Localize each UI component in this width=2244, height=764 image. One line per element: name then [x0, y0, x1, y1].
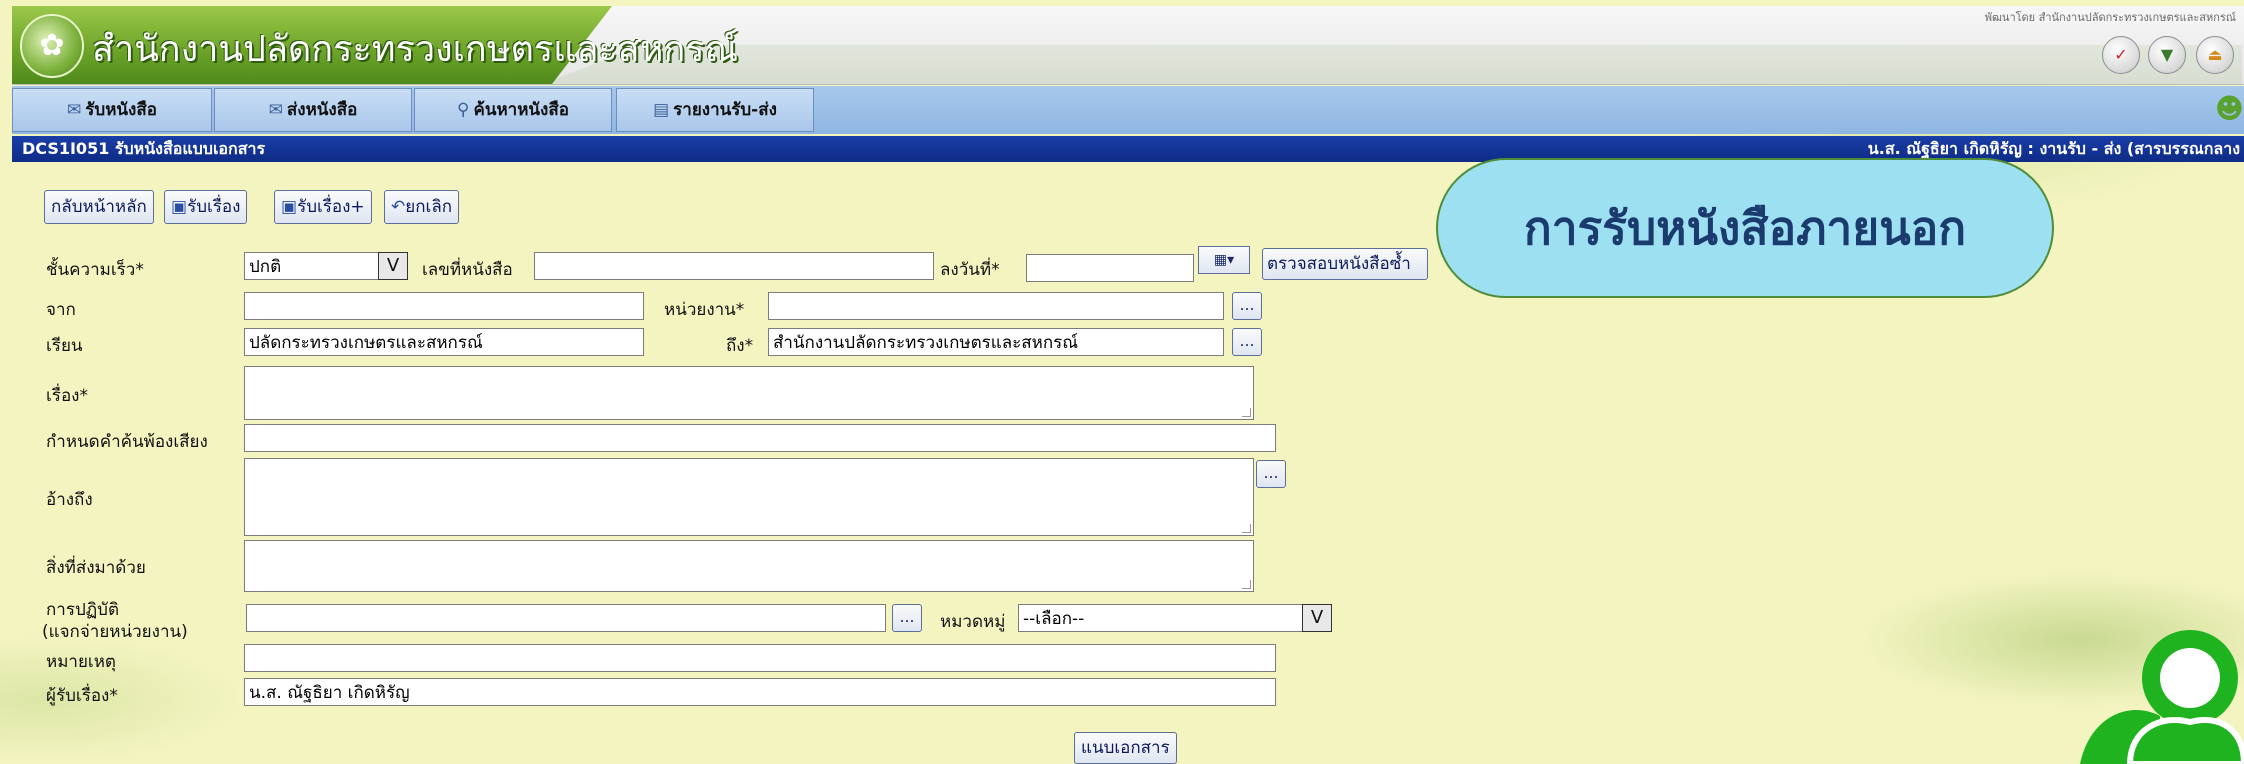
- attach-document-button[interactable]: แนบเอกสาร: [1074, 732, 1177, 764]
- action-lookup-button[interactable]: …: [892, 604, 922, 632]
- cancel-button-label: ยกเลิก: [405, 197, 453, 217]
- docno-label: เลขที่หนังสือ: [422, 260, 513, 280]
- developer-credit: พัฒนาโดย สำนักงานปลัดกระทรวงเกษตรและสหกร…: [1984, 11, 2236, 24]
- logo-emblem-icon: ✿: [39, 28, 65, 63]
- reference-lookup-button[interactable]: …: [1256, 460, 1286, 488]
- users-icon[interactable]: ☻: [2215, 92, 2244, 125]
- receive-button-label: รับเรื่อง: [187, 197, 241, 217]
- receive-button[interactable]: ▣รับเรื่อง: [164, 190, 248, 224]
- reference-textarea[interactable]: [244, 458, 1254, 536]
- report-icon: ▤: [653, 100, 670, 120]
- menu-send[interactable]: ✉ ส่งหนังสือ: [214, 88, 412, 132]
- from-label: จาก: [46, 300, 76, 320]
- attachments-label: สิ่งที่ส่งมาด้วย: [46, 558, 146, 578]
- from-input[interactable]: [244, 292, 644, 320]
- subject-textarea[interactable]: [244, 366, 1254, 420]
- to-lookup-button[interactable]: …: [1232, 328, 1262, 356]
- unit-lookup-button[interactable]: …: [1232, 292, 1262, 320]
- category-select[interactable]: --เลือก--: [1018, 604, 1318, 632]
- menu-receive[interactable]: ✉ รับหนังสือ: [12, 88, 212, 132]
- salutation-label: เรียน: [46, 336, 83, 356]
- home-button[interactable]: กลับหน้าหลัก: [44, 190, 154, 224]
- receiver-input[interactable]: น.ส. ณัฐธิยา เกิดหิรัญ: [244, 678, 1276, 706]
- action-sublabel: (แจกจ่ายหน่วยงาน): [42, 622, 188, 642]
- menu-receive-label: รับหนังสือ: [85, 100, 157, 120]
- callout-text: การรับหนังสือภายนอก: [1523, 201, 1967, 255]
- to-input[interactable]: สำนักงานปลัดกระทรวงเกษตรและสหกรณ์: [768, 328, 1224, 356]
- receive-plus-button[interactable]: ▣รับเรื่อง+: [274, 190, 372, 224]
- category-label: หมวดหมู่: [940, 612, 1006, 632]
- check-duplicate-button[interactable]: ตรวจสอบหนังสือซ้ำ: [1262, 248, 1428, 280]
- unit-label: หน่วยงาน*: [664, 300, 745, 320]
- menu-send-label: ส่งหนังสือ: [286, 100, 358, 120]
- keyword-input[interactable]: [244, 424, 1276, 452]
- category-dropdown-button[interactable]: V: [1302, 604, 1332, 632]
- undo-icon: ↶: [391, 197, 406, 217]
- mail-out-icon: ✉: [268, 100, 283, 120]
- subject-label: เรื่อง*: [46, 386, 88, 406]
- note-label: หมายเหตุ: [46, 652, 116, 672]
- ministry-logo: ✿: [20, 14, 84, 78]
- salutation-input[interactable]: ปลัดกระทรวงเกษตรและสหกรณ์: [244, 328, 644, 356]
- user-icon: [2080, 630, 2244, 764]
- check-icon[interactable]: ✓: [2102, 36, 2140, 74]
- logout-icon[interactable]: ⏏: [2196, 36, 2234, 74]
- calendar-icon[interactable]: ▦▾: [1198, 246, 1250, 274]
- to-label: ถึง*: [726, 336, 754, 356]
- floppy-icon: ▣: [171, 197, 188, 217]
- unit-input[interactable]: [768, 292, 1224, 320]
- attachments-textarea[interactable]: [244, 540, 1254, 592]
- date-label: ลงวันที่*: [940, 260, 1000, 280]
- app-header: ✿ สำนักงานปลัดกระทรวงเกษตรและสหกรณ์ พัฒน…: [12, 6, 2244, 85]
- keyword-label: กำหนดคำค้นพ้องเสียง: [46, 432, 208, 452]
- menu-search[interactable]: ⚲ ค้นหาหนังสือ: [414, 88, 612, 132]
- page-title: DCS1I051 รับหนังสือแบบเอกสาร: [22, 139, 266, 158]
- organization-title: สำนักงานปลัดกระทรวงเกษตรและสหกรณ์: [92, 29, 738, 70]
- mail-in-icon: ✉: [67, 100, 82, 120]
- receiver-label: ผู้รับเรื่อง*: [46, 686, 118, 706]
- section-callout: การรับหนังสือภายนอก: [1436, 158, 2054, 298]
- note-input[interactable]: [244, 644, 1276, 672]
- date-input[interactable]: [1026, 254, 1194, 282]
- floppy-plus-icon: ▣: [281, 197, 298, 217]
- magnifier-icon: ⚲: [457, 100, 470, 120]
- action-input[interactable]: [246, 604, 886, 632]
- cancel-button[interactable]: ↶ยกเลิก: [384, 190, 460, 224]
- download-icon[interactable]: ▼: [2148, 36, 2186, 74]
- menu-report[interactable]: ▤ รายงานรับ-ส่ง: [616, 88, 814, 132]
- main-menu: ✉ รับหนังสือ ✉ ส่งหนังสือ ⚲ ค้นหาหนังสือ ▤ ร…: [12, 86, 2244, 134]
- check-duplicate-label: ตรวจสอบหนังสือซ้ำ: [1267, 254, 1411, 274]
- menu-search-label: ค้นหาหนังสือ: [473, 100, 569, 120]
- menu-report-label: รายงานรับ-ส่ง: [673, 100, 777, 120]
- receive-plus-button-label: รับเรื่อง+: [297, 197, 365, 217]
- docno-input[interactable]: [534, 252, 934, 280]
- urgency-label: ชั้นความเร็ว*: [46, 260, 144, 280]
- urgency-select[interactable]: ปกติ: [244, 252, 384, 280]
- attach-document-label: แนบเอกสาร: [1081, 738, 1170, 758]
- reference-label: อ้างถึง: [46, 490, 93, 510]
- home-button-label: กลับหน้าหลัก: [51, 197, 147, 217]
- urgency-dropdown-button[interactable]: V: [378, 252, 408, 280]
